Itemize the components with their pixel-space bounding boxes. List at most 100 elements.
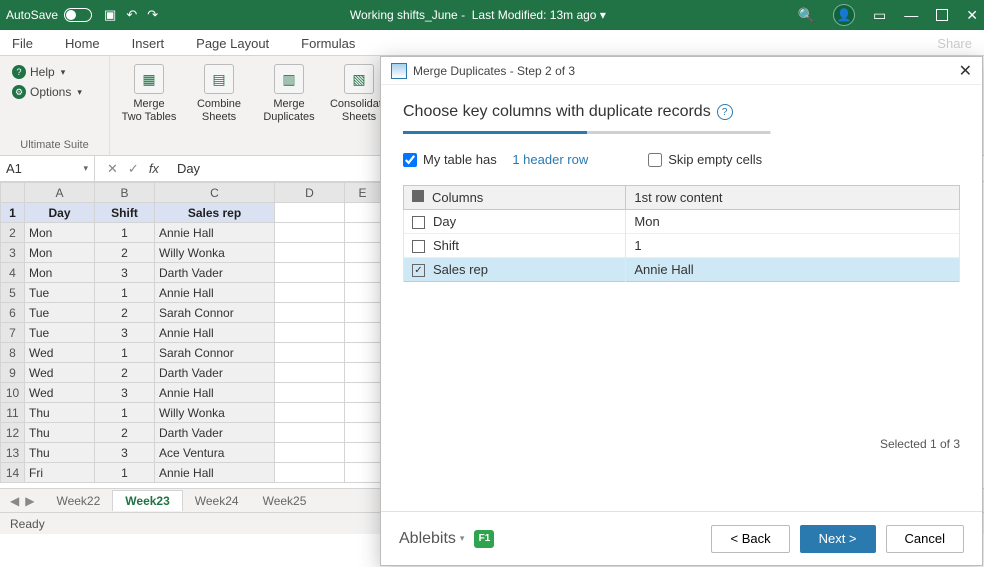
row-header[interactable]: 9 [1, 363, 25, 383]
account-avatar[interactable]: 👤 [833, 4, 855, 26]
cell-empty[interactable] [275, 363, 345, 383]
cell-empty[interactable] [275, 303, 345, 323]
row-header[interactable]: 10 [1, 383, 25, 403]
col-header-e[interactable]: E [345, 183, 381, 203]
help-button[interactable]: ?Help▾ [8, 62, 101, 82]
spreadsheet-grid[interactable]: A B C D E 1 Day Shift Sales rep 2 Mon 1 … [0, 182, 381, 483]
cell[interactable]: 3 [95, 263, 155, 283]
cell-empty[interactable] [345, 443, 381, 463]
autosave-switch[interactable] [64, 8, 92, 22]
cell-empty[interactable] [345, 403, 381, 423]
row-header[interactable]: 6 [1, 303, 25, 323]
cell[interactable]: 2 [95, 363, 155, 383]
row-header[interactable]: 14 [1, 463, 25, 483]
tab-page-layout[interactable]: Page Layout [194, 32, 271, 55]
cell[interactable]: Darth Vader [155, 423, 275, 443]
cell-empty[interactable] [275, 423, 345, 443]
cell[interactable]: Wed [25, 343, 95, 363]
merge-two-tables-button[interactable]: ▦Merge Two Tables [114, 60, 184, 123]
cell-empty[interactable] [275, 283, 345, 303]
cell[interactable]: 3 [95, 383, 155, 403]
cell-empty[interactable] [345, 363, 381, 383]
next-button[interactable]: Next > [800, 525, 876, 553]
cell[interactable]: Annie Hall [155, 323, 275, 343]
cell[interactable]: Sarah Connor [155, 303, 275, 323]
options-button[interactable]: ⚙Options▾ [8, 82, 101, 102]
column-row[interactable]: Shift1 [404, 234, 960, 258]
close-window-button[interactable]: ✕ [966, 7, 978, 24]
cell-empty[interactable] [275, 223, 345, 243]
cell[interactable]: Wed [25, 383, 95, 403]
header-row-checkbox[interactable]: My table has 1 header row [403, 152, 588, 167]
row-header[interactable]: 13 [1, 443, 25, 463]
cell-empty[interactable] [345, 383, 381, 403]
col-header-d[interactable]: D [275, 183, 345, 203]
cell[interactable]: Sarah Connor [155, 343, 275, 363]
cell-empty[interactable] [275, 403, 345, 423]
cell[interactable]: 1 [95, 403, 155, 423]
cell[interactable]: 3 [95, 443, 155, 463]
row-header[interactable]: 2 [1, 223, 25, 243]
share-button[interactable]: Share [935, 32, 974, 55]
sheet-tab-week22[interactable]: Week22 [44, 491, 112, 511]
minimize-button[interactable]: — [904, 7, 918, 23]
select-all-checkbox[interactable] [412, 190, 424, 202]
col-header-c[interactable]: C [155, 183, 275, 203]
cell[interactable]: Tue [25, 303, 95, 323]
cell[interactable]: Mon [25, 243, 95, 263]
cell[interactable]: Darth Vader [155, 363, 275, 383]
help-icon[interactable]: ? [717, 104, 733, 120]
maximize-button[interactable] [936, 9, 948, 21]
row-header[interactable]: 11 [1, 403, 25, 423]
cell[interactable]: Thu [25, 443, 95, 463]
column-row[interactable]: DayMon [404, 210, 960, 234]
cancel-button[interactable]: Cancel [886, 525, 964, 553]
cell[interactable]: Annie Hall [155, 463, 275, 483]
name-box[interactable]: A1▾ [0, 156, 95, 181]
cell-empty[interactable] [275, 243, 345, 263]
cell-empty[interactable] [275, 383, 345, 403]
cell[interactable]: Willy Wonka [155, 403, 275, 423]
cell[interactable]: Tue [25, 323, 95, 343]
cell[interactable]: Darth Vader [155, 263, 275, 283]
save-icon[interactable]: ▣ [104, 7, 116, 23]
cell-empty[interactable] [345, 303, 381, 323]
dialog-close-button[interactable]: ✕ [959, 61, 972, 81]
cell[interactable]: Thu [25, 423, 95, 443]
column-checkbox[interactable] [412, 240, 425, 253]
cell[interactable]: Fri [25, 463, 95, 483]
cell-empty[interactable] [345, 243, 381, 263]
cell-empty[interactable] [275, 263, 345, 283]
cell[interactable]: Tue [25, 283, 95, 303]
cell[interactable]: 2 [95, 303, 155, 323]
enter-icon[interactable]: ✓ [128, 161, 139, 177]
sheet-next-icon[interactable]: ▶ [25, 494, 34, 508]
column-row[interactable]: ✓Sales repAnnie Hall [404, 258, 960, 282]
cell-empty[interactable] [345, 223, 381, 243]
cell[interactable]: 1 [95, 223, 155, 243]
back-button[interactable]: < Back [711, 525, 789, 553]
ablebits-brand[interactable]: Ablebits▾ [399, 530, 464, 548]
cell-empty[interactable] [275, 323, 345, 343]
sheet-tab-week23[interactable]: Week23 [112, 490, 182, 511]
cell[interactable]: Wed [25, 363, 95, 383]
row-header[interactable]: 7 [1, 323, 25, 343]
row-header[interactable]: 3 [1, 243, 25, 263]
cell[interactable]: Mon [25, 263, 95, 283]
combine-sheets-button[interactable]: ▤Combine Sheets [184, 60, 254, 123]
cell[interactable]: 1 [95, 343, 155, 363]
row-header[interactable]: 12 [1, 423, 25, 443]
merge-duplicates-button[interactable]: ▥Merge Duplicates [254, 60, 324, 123]
cell[interactable]: 2 [95, 423, 155, 443]
tab-home[interactable]: Home [63, 32, 102, 55]
cell[interactable]: 2 [95, 243, 155, 263]
cell-empty[interactable] [345, 463, 381, 483]
col-header-a[interactable]: A [25, 183, 95, 203]
undo-icon[interactable]: ↶ [126, 7, 137, 23]
tab-formulas[interactable]: Formulas [299, 32, 357, 55]
cell[interactable]: Annie Hall [155, 223, 275, 243]
sheet-tab-week24[interactable]: Week24 [183, 491, 251, 511]
cell[interactable]: 3 [95, 323, 155, 343]
sheet-prev-icon[interactable]: ◀ [10, 494, 19, 508]
cell-empty[interactable] [275, 443, 345, 463]
